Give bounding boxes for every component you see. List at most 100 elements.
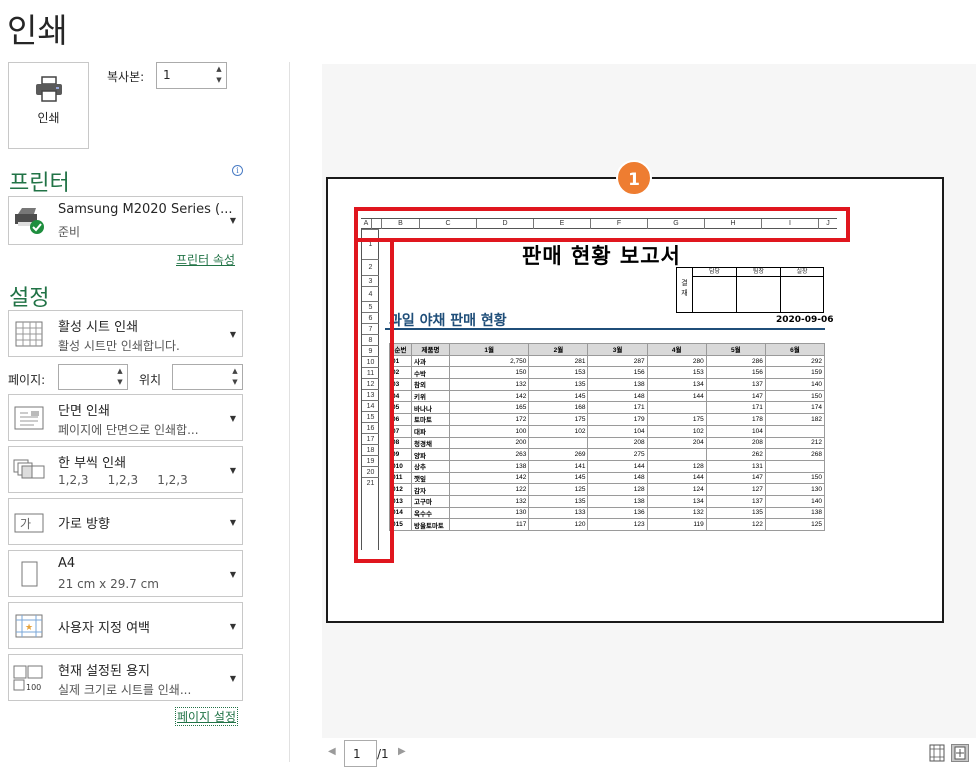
- orientation-dropdown[interactable]: 가 가로 방향 ▼: [8, 498, 243, 545]
- stepper-arrows-icon[interactable]: ▲ ▼: [115, 366, 125, 388]
- collate-icon: [13, 459, 45, 479]
- print-button[interactable]: 인쇄: [8, 62, 89, 149]
- table-row: 09 양파 263 269 275 262 268: [389, 448, 826, 461]
- cell-value: 159: [764, 366, 826, 380]
- cell-product: 토마토: [411, 413, 450, 426]
- cell-product: 사과: [411, 354, 450, 368]
- cell-value: 117: [448, 518, 530, 531]
- sales-table: 순번 제품명 1월 2월 3월 4월 5월 6월 01 사과 2,750 281 287…: [389, 343, 826, 531]
- printer-heading: 프린터: [9, 171, 70, 196]
- printer-properties-link[interactable]: 프린터 속성: [176, 251, 235, 268]
- printer-dropdown[interactable]: Samsung M2020 Series (... 준비 ▼: [8, 196, 243, 245]
- cell-value: 174: [764, 401, 826, 415]
- cell-value: 275: [587, 448, 648, 461]
- cell-value: 280: [646, 354, 707, 368]
- cell-product: 옥수수: [411, 506, 450, 520]
- collate-dropdown[interactable]: 한 부씩 인쇄 1,2,3 1,2,3 1,2,3 ▼: [8, 446, 243, 493]
- current-page-input[interactable]: 1: [344, 740, 377, 767]
- cell-product: 상추: [411, 459, 450, 473]
- cell-value: 172: [448, 413, 530, 426]
- approval-side-label: 결 재: [677, 268, 693, 312]
- stepper-arrows-icon[interactable]: ▲ ▼: [230, 366, 240, 388]
- printer-icon: [35, 76, 62, 102]
- sides-dropdown[interactable]: 단면 인쇄 페이지에 단면으로 인쇄합... ▼: [8, 394, 243, 441]
- cell-value: [528, 436, 589, 450]
- column-header: 3월: [587, 343, 648, 356]
- print-what-dropdown[interactable]: 활성 시트 인쇄 활성 시트만 인쇄합니다. ▼: [8, 310, 243, 357]
- cell-value: 204: [646, 436, 707, 450]
- report-date: 2020-09-06: [776, 315, 834, 325]
- cell-value: 140: [764, 494, 826, 508]
- cell-value: 144: [646, 389, 707, 403]
- info-icon[interactable]: i: [232, 165, 243, 176]
- cell-product: 고구마: [411, 494, 450, 508]
- chevron-down-icon: ▼: [229, 216, 236, 225]
- cell-value: 150: [448, 366, 530, 380]
- cell-value: 287: [587, 354, 648, 368]
- cell-value: 131: [705, 459, 766, 473]
- cell-value: 137: [705, 378, 766, 391]
- cell-value: 145: [528, 389, 589, 403]
- page-total: /1: [377, 747, 389, 761]
- printer-ready-icon: [15, 208, 44, 234]
- column-header: 6월: [764, 343, 826, 356]
- subtitle-underline: [385, 328, 825, 330]
- cell-product: 키위: [411, 389, 450, 403]
- table-row: 011 깻잎 142 145 148 144 147 150: [389, 471, 826, 485]
- show-margins-icon[interactable]: [928, 744, 946, 762]
- printer-name: Samsung M2020 Series (...: [58, 202, 233, 217]
- cell-value: 135: [705, 506, 766, 520]
- cell-value: [646, 448, 707, 461]
- table-row: 010 상추 138 141 144 128 131: [389, 459, 826, 473]
- page-setup-link[interactable]: 페이지 설정: [175, 707, 239, 726]
- cell-value: 178: [705, 413, 766, 426]
- stepper-arrows-icon[interactable]: ▲ ▼: [214, 64, 224, 86]
- cell-value: 132: [646, 506, 707, 520]
- cell-value: 171: [705, 401, 766, 415]
- cell-value: 208: [587, 436, 648, 450]
- sheet-grid-icon: [15, 321, 43, 347]
- cell-value: 125: [528, 483, 589, 496]
- cell-value: 136: [587, 506, 648, 520]
- report-subtitle: 과일 야채 판매 현황: [389, 313, 507, 329]
- setting-desc: 1,2,3 1,2,3 1,2,3: [58, 473, 188, 487]
- page-to-label: 위치: [139, 373, 162, 387]
- setting-label: 활성 시트 인쇄: [58, 320, 139, 335]
- setting-desc: 21 cm x 29.7 cm: [58, 577, 159, 591]
- cell-value: 168: [528, 401, 589, 415]
- chevron-down-icon: ▼: [229, 466, 236, 475]
- setting-label: A4: [58, 556, 76, 571]
- cell-value: [764, 459, 826, 473]
- copies-stepper[interactable]: 1 ▲ ▼: [156, 62, 227, 89]
- paper-size-icon: [21, 561, 38, 587]
- cell-value: 104: [705, 424, 766, 438]
- approval-header: 실장: [781, 268, 823, 277]
- cell-product: 수박: [411, 366, 450, 380]
- cell-product: 방울토마토: [411, 518, 450, 531]
- cell-value: 135: [528, 378, 589, 391]
- cell-value: 128: [646, 459, 707, 473]
- setting-desc: 활성 시트만 인쇄합니다.: [58, 339, 180, 353]
- zoom-to-page-icon[interactable]: [951, 744, 969, 762]
- previous-page-icon[interactable]: ◀: [328, 746, 336, 757]
- cell-value: 132: [448, 494, 530, 508]
- cell-value: 142: [448, 471, 530, 485]
- page-from-input[interactable]: ▲ ▼: [58, 364, 128, 390]
- next-page-icon[interactable]: ▶: [398, 746, 406, 757]
- margins-dropdown[interactable]: ★ 사용자 지정 여백 ▼: [8, 602, 243, 649]
- cell-value: 132: [448, 378, 530, 391]
- cell-value: 138: [587, 494, 648, 508]
- panel-divider: [289, 62, 290, 762]
- paper-size-dropdown[interactable]: A4 21 cm x 29.7 cm ▼: [8, 550, 243, 597]
- column-header: 4월: [646, 343, 707, 356]
- page-to-input[interactable]: ▲ ▼: [172, 364, 243, 390]
- cell-value: 200: [448, 436, 530, 450]
- setting-label: 가로 방향: [58, 517, 110, 532]
- setting-label: 사용자 지정 여백: [58, 621, 150, 636]
- cell-value: 148: [587, 389, 648, 403]
- cell-value: 128: [587, 483, 648, 496]
- svg-text:가: 가: [20, 517, 31, 531]
- cell-value: 2,750: [448, 354, 530, 368]
- scaling-dropdown[interactable]: 100 현재 설정된 용지 실제 크기로 시트를 인쇄... ▼: [8, 654, 243, 701]
- table-row: 014 옥수수 130 133 136 132 135 138: [389, 506, 826, 520]
